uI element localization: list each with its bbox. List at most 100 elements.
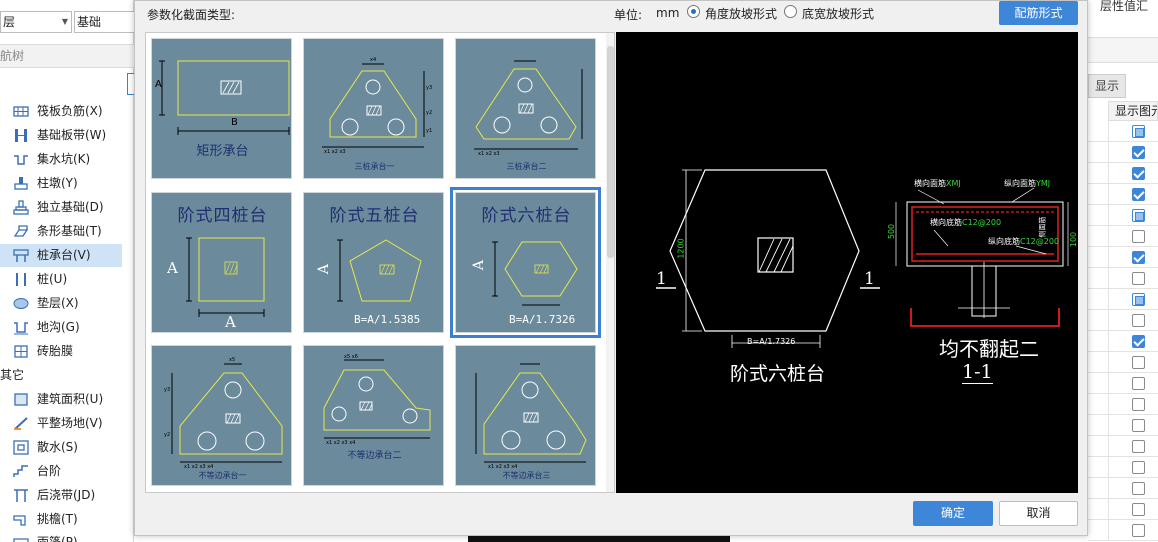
tree-item-post-pour-strip[interactable]: 后浇带(JD) bbox=[0, 484, 122, 507]
tree-item-isolated-footing[interactable]: 独立基础(D) bbox=[0, 196, 122, 219]
radio-width-slope[interactable] bbox=[784, 5, 797, 18]
tree-item-sump-pit[interactable]: 集水坑(K) bbox=[0, 148, 122, 171]
preview-drawing bbox=[656, 169, 1069, 348]
tree-item-pile[interactable]: 桩(U) bbox=[0, 268, 122, 291]
tree-item-raft-negative-rebar[interactable]: 筏板负筋(X) bbox=[0, 100, 122, 123]
thumb-caption: 不等边承台二 bbox=[347, 451, 402, 461]
tree-item-apron[interactable]: 散水(S) bbox=[0, 436, 122, 459]
tab-show[interactable]: 显示 bbox=[1088, 74, 1126, 98]
tree-item-column-pier[interactable]: 柱墩(Y) bbox=[0, 172, 122, 195]
rebar-form-button[interactable]: 配筋形式 bbox=[999, 1, 1078, 25]
tree-item-pile-cap[interactable]: 桩承台(V) bbox=[0, 244, 122, 267]
show-checkbox-row bbox=[1108, 373, 1158, 394]
thumbnail-scrollbar[interactable] bbox=[606, 33, 614, 492]
thumb-stepped-four-pile-cap[interactable]: 阶式四桩台 A A bbox=[151, 192, 292, 333]
tree-item-canopy[interactable]: 雨篷(P) bbox=[0, 531, 122, 542]
post-pour-strip-icon bbox=[14, 489, 28, 502]
rebar-bot-h-code: C12@200 bbox=[962, 218, 1002, 227]
category-combo-value: 基础 bbox=[77, 15, 102, 29]
tree-item-strip-footing[interactable]: 条形基础(T) bbox=[0, 220, 122, 243]
eave-icon bbox=[13, 515, 26, 526]
show-checkbox[interactable] bbox=[1132, 293, 1145, 306]
show-checkbox[interactable] bbox=[1132, 356, 1145, 369]
svg-text:x5 x6: x5 x6 bbox=[344, 354, 358, 360]
tree-item-label: 地沟(G) bbox=[37, 320, 80, 334]
tree-item-label: 挑檐(T) bbox=[37, 512, 78, 526]
tree-item-steps[interactable]: 台阶 bbox=[0, 460, 122, 483]
svg-text:x1 x2 x3: x1 x2 x3 bbox=[478, 151, 500, 157]
dim-100: 100 bbox=[1069, 231, 1078, 248]
show-checkbox[interactable] bbox=[1132, 419, 1145, 432]
show-checkbox[interactable] bbox=[1132, 209, 1145, 222]
thumb-label-a: A bbox=[471, 259, 488, 271]
tree-item-building-area[interactable]: 建筑面积(U) bbox=[0, 388, 122, 411]
thumb-stepped-six-pile-cap[interactable]: 阶式六桩台 A B=A/1.7326 bbox=[450, 187, 601, 338]
show-checkbox[interactable] bbox=[1132, 398, 1145, 411]
tree-item-brick-mold[interactable]: 砖胎膜 bbox=[0, 340, 122, 363]
section-type-label: 参数化截面类型: bbox=[147, 8, 236, 22]
thumb-unequal-cap-2[interactable]: x5 x6 x1 x2 x3 x4 不等边承台二 bbox=[303, 345, 444, 486]
show-checkbox[interactable] bbox=[1132, 272, 1145, 285]
tree-item-trench[interactable]: 地沟(G) bbox=[0, 316, 122, 339]
category-combo[interactable]: 基础 bbox=[74, 11, 134, 33]
show-checkbox[interactable] bbox=[1132, 125, 1145, 138]
thumb-caption: 三桩承台一 bbox=[354, 162, 395, 171]
show-checkbox[interactable] bbox=[1132, 188, 1145, 201]
left-tree-panel: 层 ▼ 基础 航树 筏板负筋(X) 基础板带(W) 集水坑(K) 柱墩(Y) 独… bbox=[0, 0, 135, 542]
thumb-caption: 阶式六桩台 bbox=[481, 206, 572, 226]
tree-item-site-leveling[interactable]: 平整场地(V) bbox=[0, 412, 122, 435]
rebar-bot-h: 横向底筋C12@200 bbox=[930, 217, 1001, 228]
thumb-label-a: A bbox=[155, 79, 162, 90]
cancel-button[interactable]: 取消 bbox=[999, 501, 1078, 526]
show-checkbox-row bbox=[1108, 415, 1158, 436]
tree-group-label: 其它 bbox=[0, 368, 25, 382]
show-checkbox[interactable] bbox=[1132, 167, 1145, 180]
thumb-unequal-cap-1[interactable]: x5 x1 x2 x3 x4 y3 y2 不等边承台一 bbox=[151, 345, 292, 486]
thumb-three-pile-cap-2[interactable]: x1 x2 x3 三桩承台二 bbox=[455, 38, 596, 179]
show-checkbox[interactable] bbox=[1132, 503, 1145, 516]
show-checkbox[interactable] bbox=[1132, 230, 1145, 243]
canopy-icon bbox=[13, 538, 29, 542]
show-checkbox[interactable] bbox=[1132, 335, 1145, 348]
rebar-top-v-code: YMJ bbox=[1036, 179, 1051, 188]
thumb-rect-pile-cap[interactable]: A B 矩形承台 bbox=[151, 38, 292, 179]
tree-item-label: 基础板带(W) bbox=[37, 128, 107, 142]
show-checkbox[interactable] bbox=[1132, 146, 1145, 159]
thumb-stepped-five-pile-cap[interactable]: 阶式五桩台 A B=A/1.5385 bbox=[303, 192, 444, 333]
radio-angle-slope-label[interactable]: 角度放坡形式 bbox=[705, 5, 777, 22]
sump-pit-icon bbox=[14, 155, 28, 165]
tree-item-label: 后浇带(JD) bbox=[37, 488, 96, 502]
show-checkbox[interactable] bbox=[1132, 440, 1145, 453]
side-rebar-label: 侧面筋 bbox=[1038, 216, 1047, 238]
thumb-caption: 不等边承台三 bbox=[502, 471, 551, 480]
tree-item-cushion[interactable]: 垫层(X) bbox=[0, 292, 122, 315]
show-checkbox[interactable] bbox=[1132, 482, 1145, 495]
thumb-label-a-bottom: A bbox=[225, 313, 236, 331]
thumbnail-scrollbar-thumb[interactable] bbox=[607, 46, 614, 258]
radio-angle-slope[interactable] bbox=[687, 5, 700, 18]
unit-label: 单位: bbox=[614, 8, 643, 22]
thumb-label-a: A bbox=[316, 263, 333, 275]
radio-width-slope-label[interactable]: 底宽放坡形式 bbox=[802, 5, 874, 22]
three-pile-cap-2-diagram: x1 x2 x3 bbox=[474, 60, 583, 157]
row-number-cell bbox=[1088, 415, 1108, 436]
row-number-cell bbox=[1088, 394, 1108, 415]
show-checkbox[interactable] bbox=[1132, 377, 1145, 390]
tree-item-eave[interactable]: 挑檐(T) bbox=[0, 508, 122, 531]
ok-button[interactable]: 确定 bbox=[913, 501, 993, 526]
floor-combo[interactable]: 层 ▼ bbox=[0, 11, 72, 33]
show-checkbox[interactable] bbox=[1132, 314, 1145, 327]
unequal-cap-2-diagram: x5 x6 x1 x2 x3 x4 bbox=[323, 354, 431, 446]
thumb-three-pile-cap-1[interactable]: x4 x1 x2 x3 y3 y2 y1 三桩承台一 bbox=[303, 38, 444, 179]
tree-item-foundation-strip[interactable]: 基础板带(W) bbox=[0, 124, 122, 147]
show-checkbox[interactable] bbox=[1132, 251, 1145, 264]
thumb-unequal-cap-3[interactable]: x1 x2 x3 x4 不等边承台三 bbox=[455, 345, 596, 486]
three-pile-cap-1-diagram: x4 x1 x2 x3 y3 y2 y1 bbox=[322, 57, 432, 155]
show-checkbox[interactable] bbox=[1132, 524, 1145, 537]
svg-text:x1 x2 x3: x1 x2 x3 bbox=[324, 149, 346, 155]
show-checkbox[interactable] bbox=[1132, 461, 1145, 474]
show-checkbox-row bbox=[1108, 436, 1158, 457]
thumb-label-b: B bbox=[231, 117, 238, 128]
tree-group-other[interactable]: 其它 bbox=[0, 364, 24, 387]
tree-item-label: 桩(U) bbox=[37, 272, 68, 286]
